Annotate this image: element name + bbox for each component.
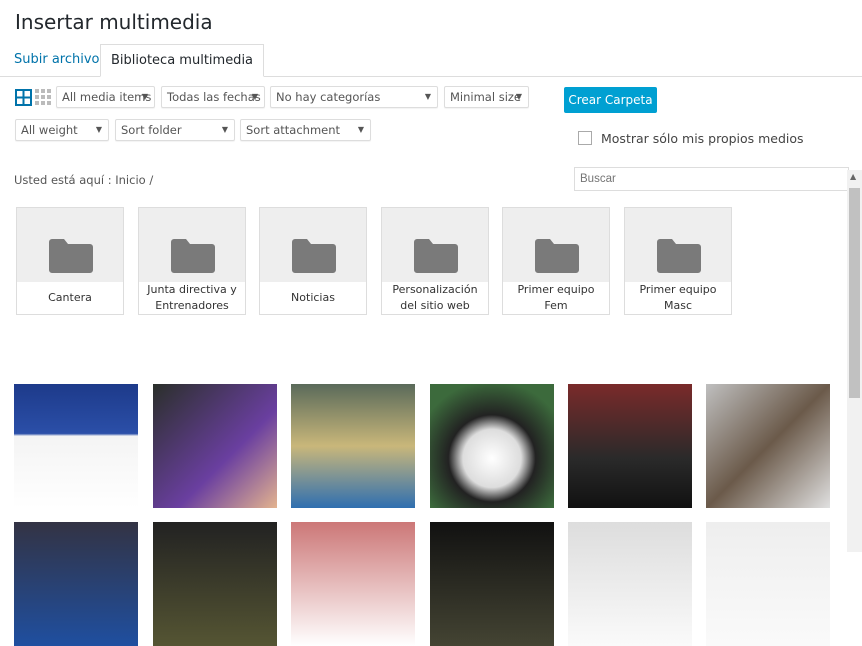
folder-item[interactable]: Junta directiva y Entrenadores <box>138 207 246 315</box>
folder-label: Cantera <box>48 291 92 304</box>
media-thumbnail[interactable] <box>430 384 554 508</box>
size-value: Minimal size <box>450 90 521 104</box>
folder-item[interactable]: Cantera <box>16 207 124 315</box>
folder-item[interactable]: Primer equipo Masc <box>624 207 732 315</box>
folder-label: Personalización del sitio web <box>392 283 478 312</box>
category-value: No hay categorías <box>276 90 381 104</box>
own-media-checkbox[interactable] <box>578 131 592 145</box>
media-type-select[interactable]: All media items ▼ <box>56 86 155 108</box>
folder-thumb <box>382 208 488 282</box>
folder-icon <box>292 239 336 273</box>
sort-attachment-value: Sort attachment <box>246 123 341 137</box>
tab-bar: Subir archivos Biblioteca multimedia <box>0 44 862 77</box>
create-folder-button[interactable]: Crear Carpeta <box>564 87 657 113</box>
modal-title: Insertar multimedia <box>15 10 213 34</box>
date-select[interactable]: Todas las fechas ▼ <box>161 86 265 108</box>
folder-thumb <box>17 208 123 282</box>
folder-item[interactable]: Noticias <box>259 207 367 315</box>
folder-thumb <box>139 208 245 282</box>
breadcrumb-slash: / <box>149 173 154 187</box>
media-type-value: All media items <box>62 90 152 104</box>
folder-icon <box>49 239 93 273</box>
media-thumbnail[interactable] <box>153 384 277 508</box>
media-thumbnail[interactable] <box>706 384 830 508</box>
breadcrumb-label: Usted está aquí <box>14 173 105 187</box>
media-thumbnail[interactable] <box>14 522 138 646</box>
scrollbar-thumb[interactable] <box>849 188 860 398</box>
weight-value: All weight <box>21 123 78 137</box>
folder-label: Primer equipo Fem <box>517 283 595 312</box>
breadcrumb-home[interactable]: Inicio <box>115 173 145 187</box>
folder-item[interactable]: Primer equipo Fem <box>502 207 610 315</box>
folder-icon <box>535 239 579 273</box>
media-thumbnail[interactable] <box>568 384 692 508</box>
sort-attachment-select[interactable]: Sort attachment ▼ <box>240 119 371 141</box>
folder-icon <box>414 239 458 273</box>
folder-icon <box>657 239 701 273</box>
folder-thumb <box>260 208 366 282</box>
folder-icon <box>171 239 215 273</box>
sort-folder-select[interactable]: Sort folder ▼ <box>115 119 235 141</box>
folder-label: Noticias <box>291 291 335 304</box>
grid-large-view-icon[interactable] <box>15 89 32 106</box>
search-input[interactable] <box>574 167 849 191</box>
weight-select[interactable]: All weight ▼ <box>15 119 109 141</box>
media-thumbnail[interactable] <box>291 522 415 646</box>
breadcrumb: Usted está aquí : Inicio / <box>14 173 153 187</box>
media-thumbnail[interactable] <box>430 522 554 646</box>
tab-media-library[interactable]: Biblioteca multimedia <box>100 44 265 77</box>
folder-thumb <box>503 208 609 282</box>
dropdown-arrow-icon: ▼ <box>251 92 258 101</box>
media-thumbnail[interactable] <box>291 384 415 508</box>
dropdown-arrow-icon: ▼ <box>515 92 522 101</box>
grid-small-view-icon[interactable] <box>35 89 52 106</box>
folder-label: Primer equipo Masc <box>639 283 717 312</box>
media-thumbnail[interactable] <box>568 522 692 646</box>
folder-thumb <box>625 208 731 282</box>
own-media-label: Mostrar sólo mis propios medios <box>601 131 804 146</box>
media-thumbnail[interactable] <box>706 522 830 646</box>
dropdown-arrow-icon: ▼ <box>357 125 364 134</box>
dropdown-arrow-icon: ▼ <box>95 125 102 134</box>
folder-item[interactable]: Personalización del sitio web <box>381 207 489 315</box>
dropdown-arrow-icon: ▼ <box>221 125 228 134</box>
category-select[interactable]: No hay categorías ▼ <box>270 86 438 108</box>
dropdown-arrow-icon: ▼ <box>141 92 148 101</box>
breadcrumb-separator: : <box>107 173 112 187</box>
dropdown-arrow-icon: ▼ <box>424 92 431 101</box>
folder-label: Junta directiva y Entrenadores <box>147 283 237 312</box>
media-thumbnail[interactable] <box>153 522 277 646</box>
sort-folder-value: Sort folder <box>121 123 182 137</box>
size-select[interactable]: Minimal size ▼ <box>444 86 529 108</box>
date-value: Todas las fechas <box>167 90 261 104</box>
media-thumbnail[interactable] <box>14 384 138 508</box>
scroll-up-icon[interactable]: ▲ <box>850 172 856 181</box>
